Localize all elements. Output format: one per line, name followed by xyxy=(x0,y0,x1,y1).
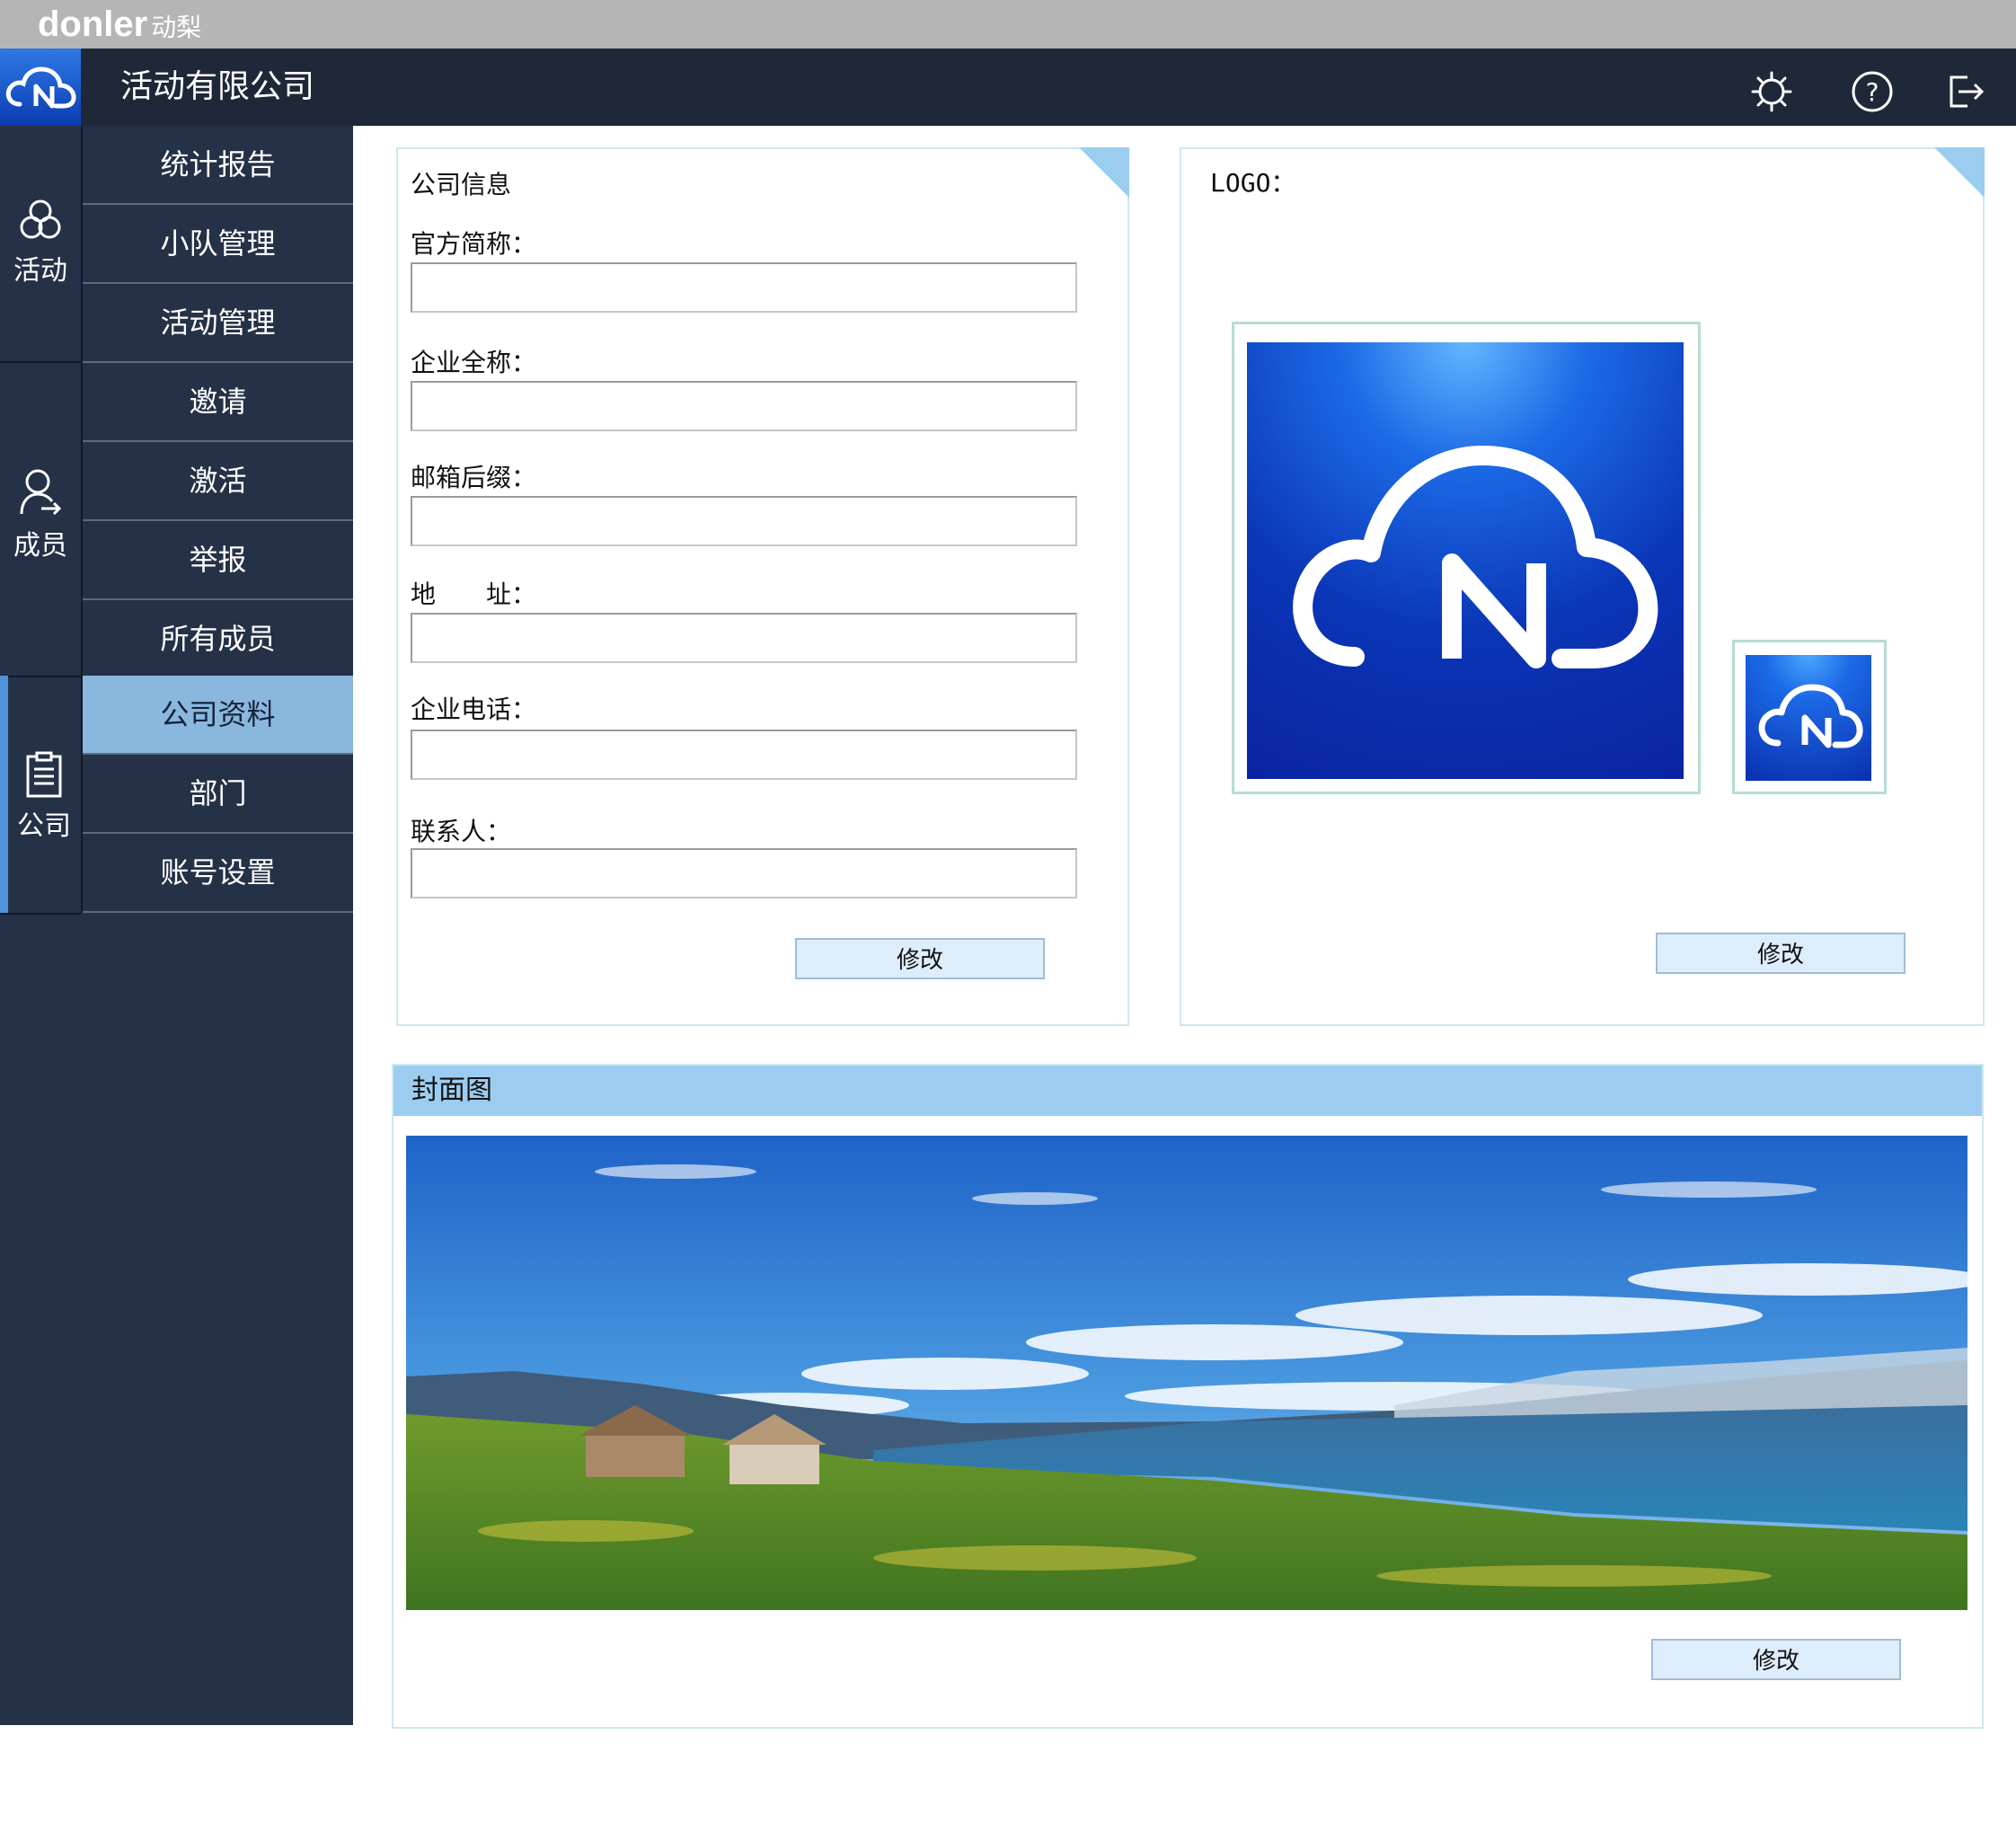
brand-logo: donler 动梨 xyxy=(38,2,201,50)
full-name-field[interactable] xyxy=(411,381,1077,431)
cover-panel-header: 封面图 xyxy=(393,1066,1982,1116)
email-suffix-field[interactable] xyxy=(411,496,1077,546)
company-logo-image xyxy=(1247,342,1684,779)
field-label-email-suffix: 邮箱后缀： xyxy=(411,463,537,492)
contact-field[interactable] xyxy=(411,848,1077,898)
clipboard-icon xyxy=(26,751,62,798)
cover-panel: 封面图 修改 xyxy=(392,1064,1984,1729)
sidebar-item-team-management[interactable]: 小队管理 xyxy=(83,205,353,284)
category-divider xyxy=(0,361,81,363)
sidebar-category-member[interactable]: 成员 xyxy=(0,467,81,562)
sidebar-item-activate[interactable]: 激活 xyxy=(83,442,353,521)
sidebar-submenu: 统计报告 小队管理 活动管理 邀请 激活 举报 所有成员 公司资料 部门 账号设… xyxy=(81,126,355,913)
field-label-full-name: 企业全称： xyxy=(411,348,537,377)
logout-icon[interactable] xyxy=(1944,70,1987,113)
panel-corner-decoration xyxy=(1079,147,1129,198)
member-icon xyxy=(20,469,62,516)
app-header: 活动有限公司 ? xyxy=(0,49,2016,126)
brand-bar: donler 动梨 xyxy=(0,0,2016,49)
field-label-short-name: 官方简称： xyxy=(411,229,537,259)
category-label: 成员 xyxy=(13,530,67,562)
company-name: 活动有限公司 xyxy=(120,68,315,105)
sidebar: 活动 成员 公司 统计报告 小队管理 活动管理 邀请 激活 举报 所有成员 公司… xyxy=(0,126,353,1725)
brand-name-cn: 动梨 xyxy=(151,13,202,41)
sidebar-category-company[interactable]: 公司 xyxy=(4,751,84,843)
logo-small-preview xyxy=(1732,640,1887,794)
settings-icon[interactable] xyxy=(1750,70,1793,113)
logo-edit-button[interactable]: 修改 xyxy=(1656,933,1905,974)
logo-large-preview xyxy=(1232,322,1701,794)
category-divider xyxy=(0,913,81,915)
short-name-field[interactable] xyxy=(411,262,1077,313)
cover-image xyxy=(406,1136,1967,1610)
app-logo[interactable] xyxy=(0,49,81,126)
sidebar-item-activity-management[interactable]: 活动管理 xyxy=(83,284,353,363)
phone-field[interactable] xyxy=(411,730,1077,780)
sidebar-item-account-settings[interactable]: 账号设置 xyxy=(83,834,353,913)
activity-icon xyxy=(20,199,61,239)
panel-corner-decoration xyxy=(1934,147,1985,198)
category-label: 公司 xyxy=(17,810,71,842)
field-label-address: 地 址： xyxy=(411,580,537,609)
category-label: 活动 xyxy=(13,255,67,287)
category-divider xyxy=(0,676,81,677)
sidebar-item-stats-report[interactable]: 统计报告 xyxy=(83,126,353,205)
help-icon[interactable]: ? xyxy=(1851,70,1894,113)
sidebar-item-report[interactable]: 举报 xyxy=(83,521,353,600)
panel-title: 公司信息 xyxy=(411,170,512,199)
sidebar-category-activity[interactable]: 活动 xyxy=(0,198,81,288)
cover-edit-button[interactable]: 修改 xyxy=(1651,1639,1901,1680)
sidebar-item-company-profile[interactable]: 公司资料 xyxy=(83,676,353,755)
sidebar-item-department[interactable]: 部门 xyxy=(83,755,353,834)
panel-title: 封面图 xyxy=(411,1075,492,1106)
sidebar-item-invite[interactable]: 邀请 xyxy=(83,363,353,442)
logo-panel: LOGO： 修改 xyxy=(1180,147,1985,1026)
svg-text:?: ? xyxy=(1866,77,1879,107)
sidebar-item-all-members[interactable]: 所有成员 xyxy=(83,600,353,679)
company-info-panel: 公司信息 官方简称： 企业全称： 邮箱后缀： 地 址： 企业电话： 联系人： 修… xyxy=(396,147,1129,1026)
address-field[interactable] xyxy=(411,613,1077,663)
field-label-contact: 联系人： xyxy=(411,817,512,846)
brand-name: donler xyxy=(38,4,148,44)
field-label-phone: 企业电话： xyxy=(411,695,537,724)
company-info-edit-button[interactable]: 修改 xyxy=(795,938,1045,979)
company-logo-thumbnail xyxy=(1746,655,1871,781)
panel-title: LOGO： xyxy=(1210,168,1296,198)
